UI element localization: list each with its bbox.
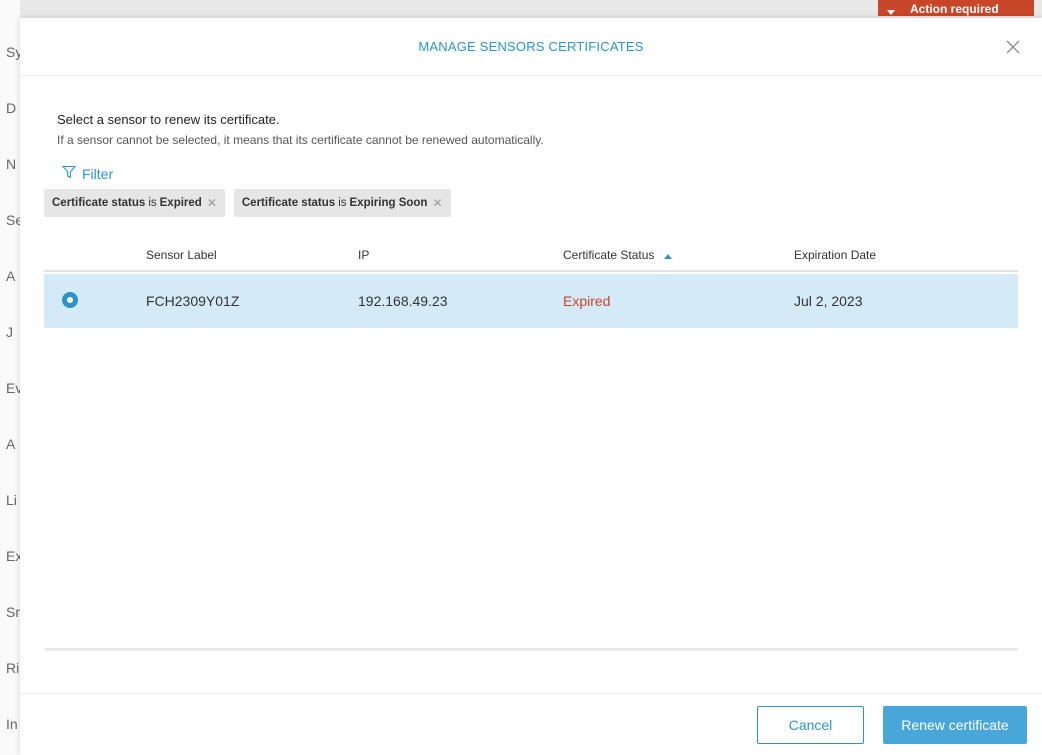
- background-sidebar: Sy D N Se A J Ev A Li Ex Sr Ri In: [0, 0, 23, 755]
- intro-title: Select a sensor to renew its certificate…: [57, 112, 280, 127]
- cell-ip: 192.168.49.23: [358, 293, 448, 309]
- sidebar-letter: In: [6, 716, 18, 732]
- intro-text: Select a sensor to renew its certificate…: [57, 112, 544, 147]
- column-header-sensor-label[interactable]: Sensor Label: [146, 248, 217, 262]
- sidebar-letter: A: [6, 436, 16, 452]
- cell-expiration-date: Jul 2, 2023: [794, 293, 863, 309]
- sidebar-letter: D: [6, 100, 17, 116]
- table-row[interactable]: FCH2309Y01Z 192.168.49.23 Expired Jul 2,…: [44, 274, 1018, 328]
- modal-header: MANAGE SENSORS CERTIFICATES: [20, 18, 1042, 76]
- cell-certificate-status: Expired: [563, 293, 611, 309]
- filter-chips: Certificate status is Expired ✕ Certific…: [44, 189, 451, 217]
- manage-certificates-modal: MANAGE SENSORS CERTIFICATES Select a sen…: [20, 18, 1042, 755]
- row-radio-button[interactable]: [62, 292, 78, 308]
- warning-icon: [886, 8, 896, 16]
- table-header: Sensor Label IP Certificate Status Expir…: [44, 236, 1018, 272]
- column-header-label: Certificate Status: [563, 248, 655, 262]
- table-scroll-bar: [44, 648, 1018, 651]
- column-header-ip[interactable]: IP: [358, 248, 369, 262]
- chip-field: Certificate status: [52, 197, 146, 209]
- action-required-label: Action required: [910, 2, 999, 16]
- intro-description: If a sensor cannot be selected, it means…: [57, 133, 544, 147]
- sidebar-letter: N: [6, 156, 17, 172]
- filter-chip-expired: Certificate status is Expired ✕: [44, 189, 225, 217]
- funnel-icon: [61, 165, 77, 182]
- column-header-certificate-status[interactable]: Certificate Status: [563, 248, 672, 263]
- chip-value: Expiring Soon: [349, 197, 428, 209]
- column-header-expiration-date[interactable]: Expiration Date: [794, 248, 876, 262]
- close-icon[interactable]: [1004, 38, 1022, 56]
- sidebar-letter: Ri: [6, 660, 20, 676]
- remove-chip-icon[interactable]: ✕: [432, 196, 442, 210]
- filter-chip-expiring-soon: Certificate status is Expiring Soon ✕: [233, 189, 451, 217]
- sidebar-letter: J: [6, 324, 13, 340]
- sidebar-letter: Sr: [6, 604, 20, 620]
- action-required-banner: Action required: [878, 0, 1034, 16]
- filter-button[interactable]: Filter: [61, 165, 114, 182]
- sort-ascending-icon: [663, 249, 672, 263]
- chip-value: Expired: [159, 197, 202, 209]
- sidebar-letter: A: [6, 268, 16, 284]
- cancel-button[interactable]: Cancel: [757, 706, 864, 744]
- modal-title: MANAGE SENSORS CERTIFICATES: [418, 39, 644, 54]
- cell-sensor-label: FCH2309Y01Z: [146, 293, 240, 309]
- sidebar-letter: Li: [6, 492, 17, 508]
- chip-operator: is: [338, 197, 347, 209]
- chip-operator: is: [148, 197, 157, 209]
- chip-field: Certificate status: [241, 197, 336, 209]
- filter-label: Filter: [82, 165, 114, 182]
- modal-footer: Cancel Renew certificate: [20, 693, 1042, 755]
- renew-certificate-button[interactable]: Renew certificate: [883, 706, 1027, 744]
- remove-chip-icon[interactable]: ✕: [207, 196, 217, 210]
